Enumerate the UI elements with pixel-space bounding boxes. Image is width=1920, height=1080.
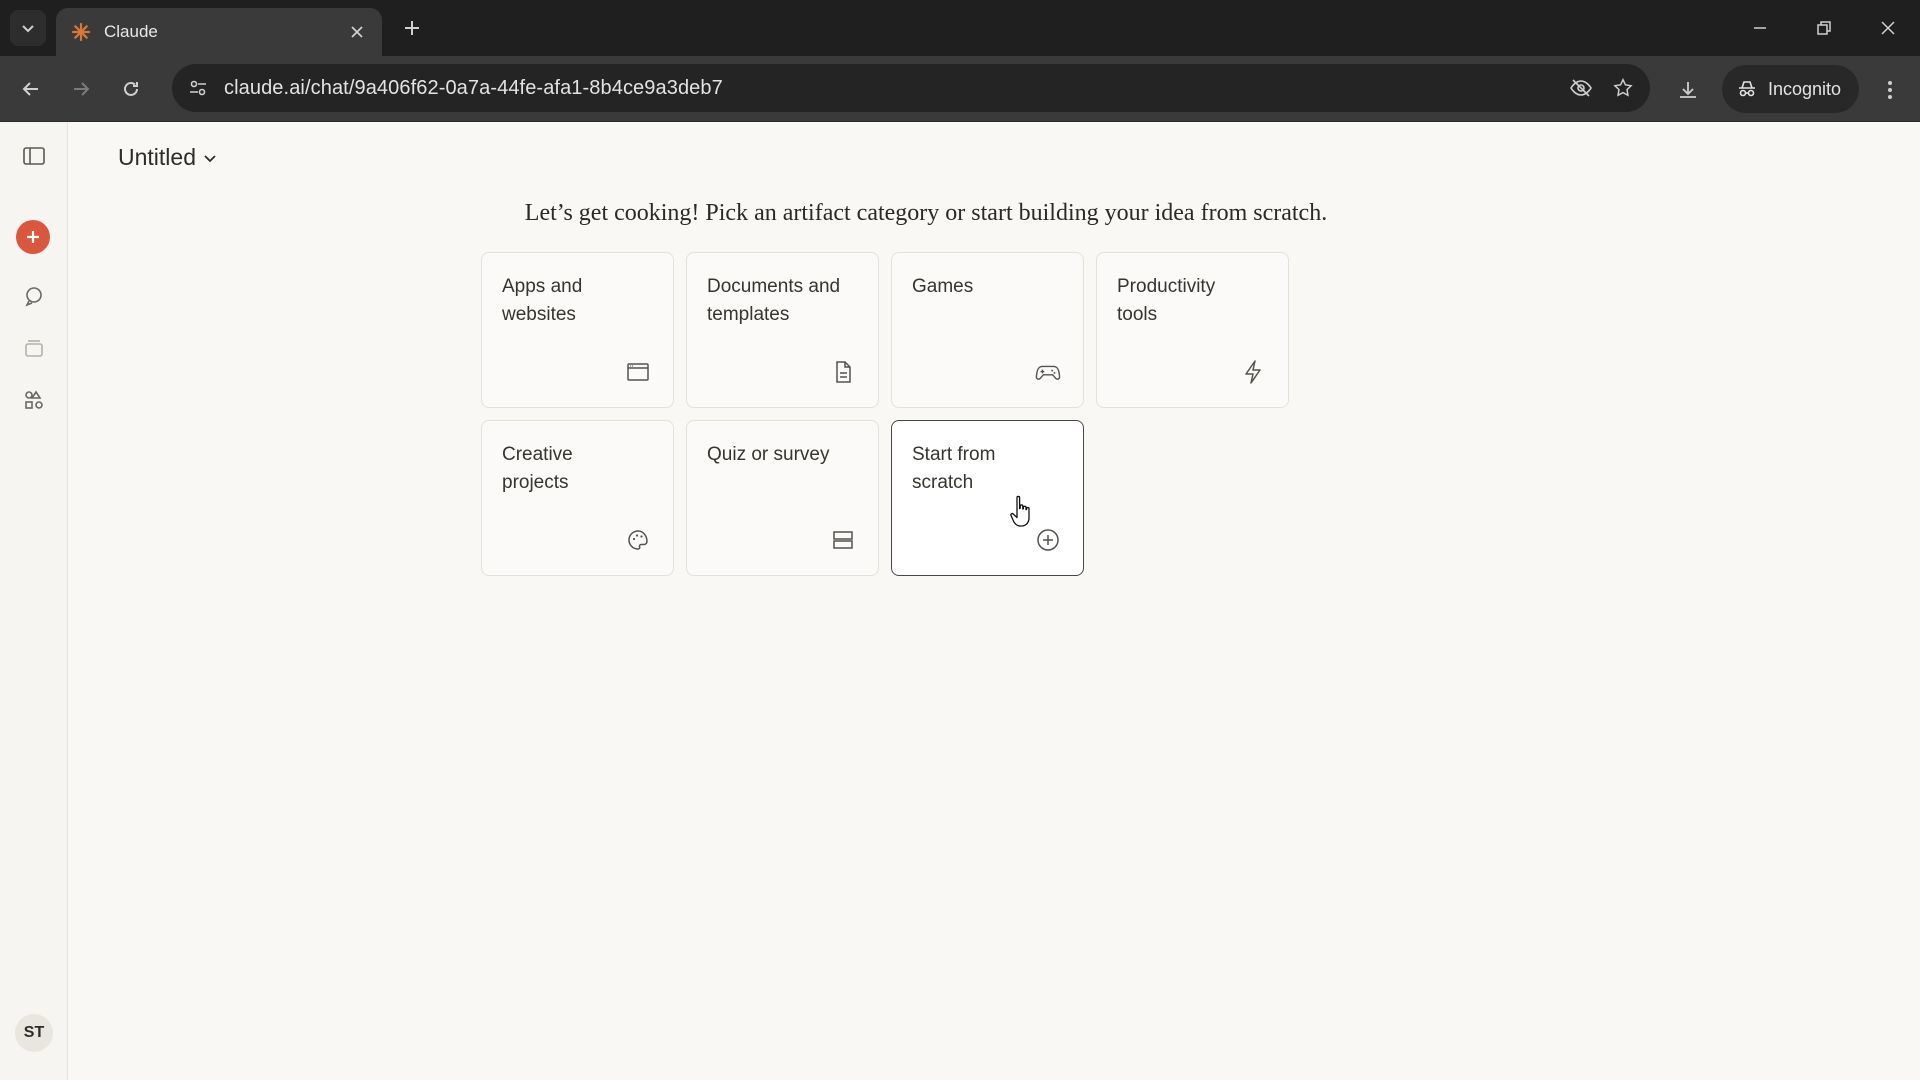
document-title: Untitled xyxy=(118,144,196,170)
incognito-icon xyxy=(1739,81,1755,97)
card-documents-and-templates[interactable]: Documents and templates xyxy=(686,252,879,408)
browser-tab[interactable]: Claude xyxy=(56,8,382,56)
card-label: Creative projects xyxy=(502,444,573,493)
user-avatar[interactable]: ST xyxy=(15,1014,53,1052)
incognito-label: Incognito xyxy=(1768,78,1842,99)
site-settings-icon[interactable] xyxy=(178,68,218,108)
bookmark-star-icon[interactable] xyxy=(1602,67,1644,109)
more-vertical-icon xyxy=(1888,81,1892,99)
browser-window-icon xyxy=(625,359,651,385)
forward-button[interactable] xyxy=(62,70,100,108)
minimize-icon xyxy=(1754,27,1766,29)
minimize-button[interactable] xyxy=(1736,8,1784,48)
plus-icon xyxy=(405,21,419,35)
new-chat-button[interactable] xyxy=(16,220,50,254)
stack-icon xyxy=(25,340,43,357)
shapes-icon xyxy=(25,390,43,409)
card-start-from-scratch[interactable]: Start from scratch xyxy=(891,420,1084,576)
document-title-dropdown[interactable]: Untitled xyxy=(118,144,218,171)
projects-button[interactable] xyxy=(14,328,54,368)
card-quiz-or-survey[interactable]: Quiz or survey xyxy=(686,420,879,576)
reload-icon xyxy=(124,81,138,96)
list-rows-icon xyxy=(830,527,856,553)
new-tab-button[interactable] xyxy=(396,12,428,44)
gamepad-icon xyxy=(1035,359,1061,385)
card-creative-projects[interactable]: Creative projects xyxy=(481,420,674,576)
chevron-down-icon xyxy=(204,154,216,162)
card-label: Quiz or survey xyxy=(707,444,830,465)
card-label: Apps and websites xyxy=(502,276,583,325)
tab-search-button[interactable] xyxy=(10,10,46,46)
chevron-down-icon xyxy=(22,25,34,33)
tab-title: Claude xyxy=(104,22,158,41)
main-content: Untitled Let’s get cooking! Pick an arti… xyxy=(68,122,1920,1080)
chats-button[interactable] xyxy=(14,276,54,316)
browser-menu-button[interactable] xyxy=(1872,70,1908,110)
restore-button[interactable] xyxy=(1800,8,1848,48)
card-games[interactable]: Games xyxy=(891,252,1084,408)
hand-pointer-icon xyxy=(1010,495,1030,527)
close-window-button[interactable] xyxy=(1864,8,1912,48)
card-label: Start from scratch xyxy=(912,444,996,493)
url-text: claude.ai/chat/9a406f62-0a7a-44fe-afa1-8… xyxy=(224,76,723,99)
download-icon xyxy=(1680,82,1696,98)
tab-close-icon[interactable] xyxy=(346,21,368,43)
card-label: Productivity tools xyxy=(1117,276,1216,325)
reload-button[interactable] xyxy=(112,70,150,108)
card-label: Games xyxy=(912,276,974,297)
eye-off-icon[interactable] xyxy=(1560,67,1602,109)
arrow-right-icon xyxy=(74,82,90,96)
browser-toolbar: claude.ai/chat/9a406f62-0a7a-44fe-afa1-8… xyxy=(0,56,1920,122)
card-productivity-tools[interactable]: Productivity tools xyxy=(1096,252,1289,408)
address-bar[interactable]: claude.ai/chat/9a406f62-0a7a-44fe-afa1-8… xyxy=(172,64,1650,112)
sidebar: ST xyxy=(0,122,68,1080)
palette-icon xyxy=(625,527,651,553)
lightning-icon xyxy=(1240,359,1266,385)
page-scrollbar[interactable] xyxy=(1908,122,1920,1080)
document-icon xyxy=(830,359,856,385)
incognito-indicator[interactable]: Incognito xyxy=(1722,65,1860,113)
card-label: Documents and templates xyxy=(707,276,841,325)
card-apps-and-websites[interactable]: Apps and websites xyxy=(481,252,674,408)
sidebar-panel-icon xyxy=(23,147,45,165)
chat-bubble-icon xyxy=(25,287,42,307)
artifact-prompt: Let’s get cooking! Pick an artifact cate… xyxy=(524,200,1328,226)
plus-circle-icon xyxy=(1035,527,1061,553)
plus-icon xyxy=(27,231,39,243)
back-button[interactable] xyxy=(12,70,50,108)
downloads-button[interactable] xyxy=(1668,70,1708,110)
browser-tabstrip: Claude xyxy=(0,0,1920,56)
artifact-category-grid: Apps and websites Documents and template… xyxy=(481,252,1289,576)
artifacts-button[interactable] xyxy=(14,380,54,420)
close-icon xyxy=(1881,21,1895,35)
sidebar-toggle-button[interactable] xyxy=(14,136,54,176)
arrow-left-icon xyxy=(22,82,38,96)
restore-icon xyxy=(1817,21,1831,35)
claude-favicon-icon xyxy=(70,21,92,43)
